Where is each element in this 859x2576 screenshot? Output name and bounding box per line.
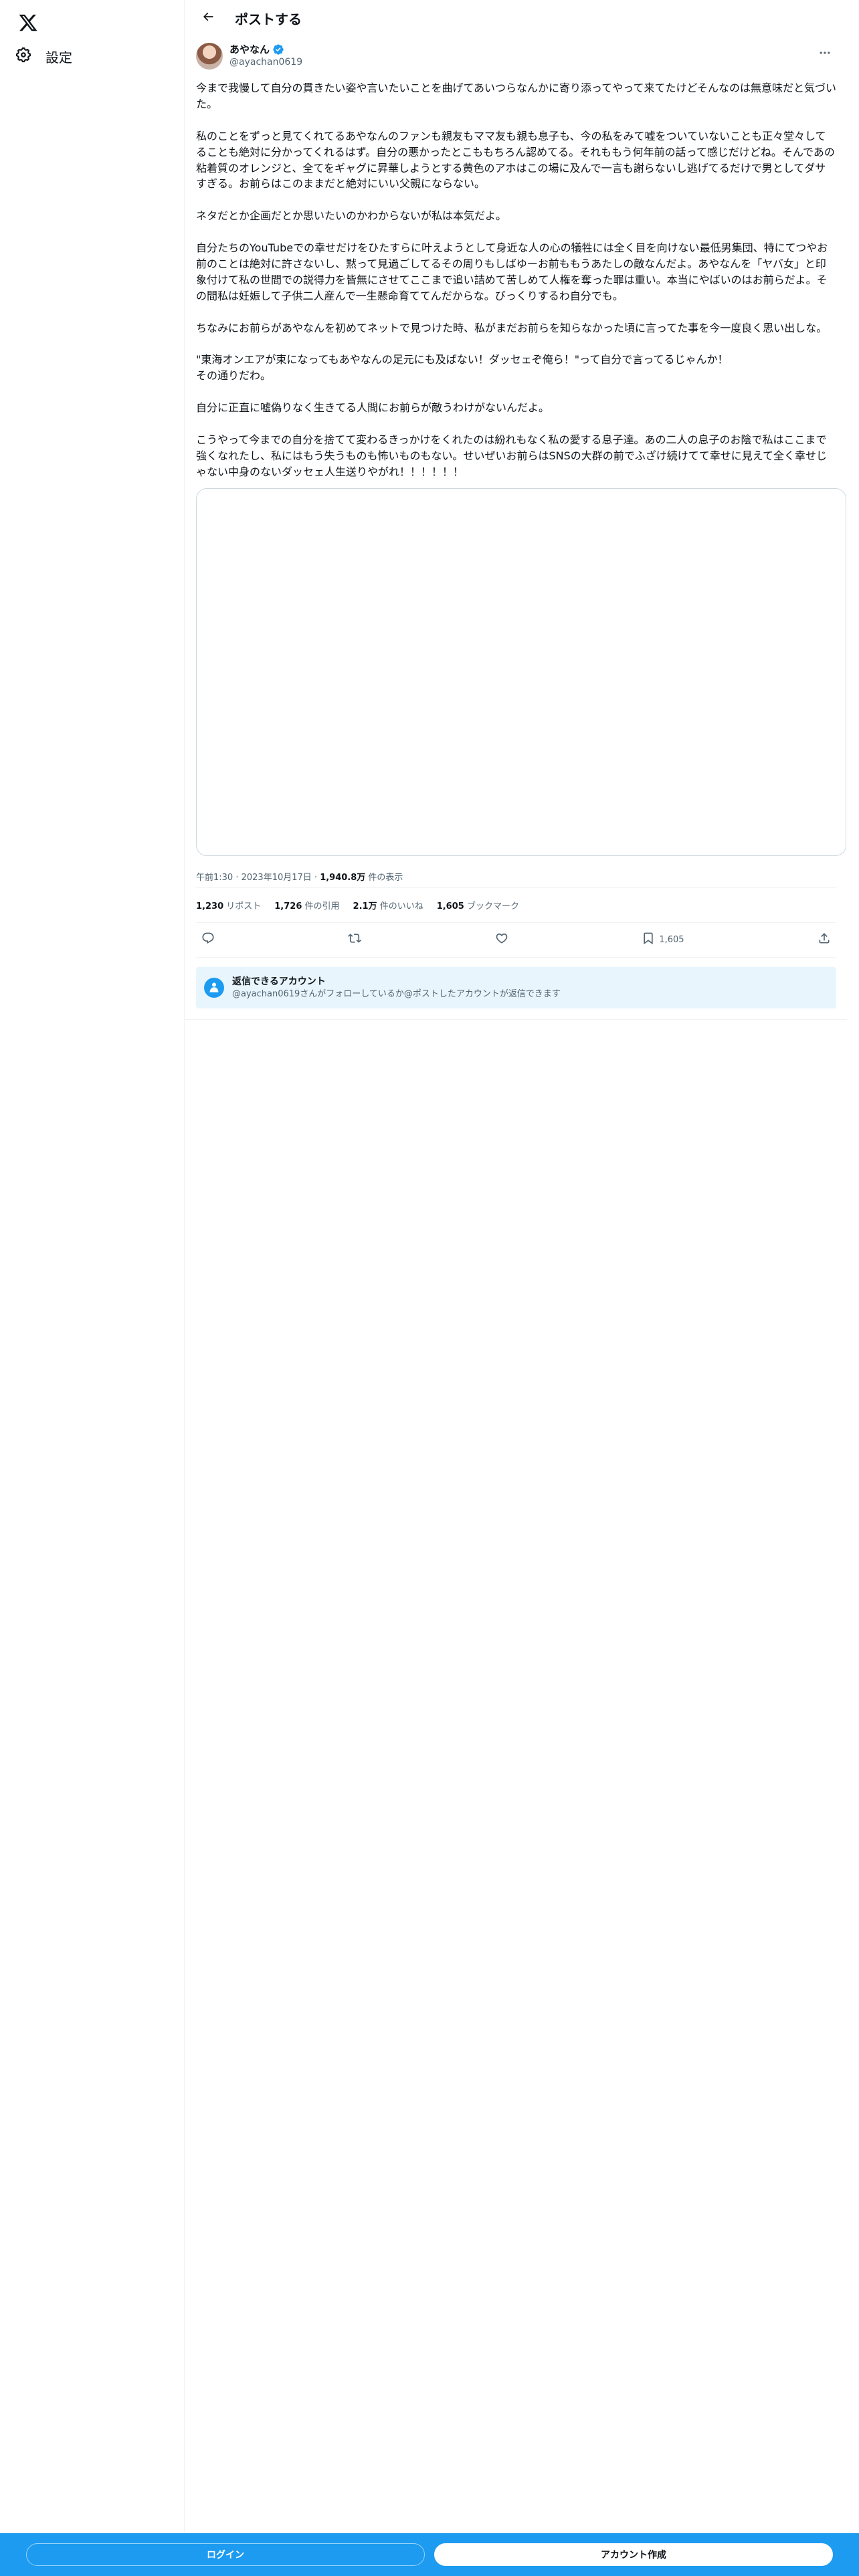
reply-button[interactable] — [199, 928, 217, 952]
page-header: ポストする — [185, 0, 847, 36]
stat-quotes-label: 件の引用 — [302, 901, 340, 911]
heart-icon — [495, 932, 508, 948]
reply-icon — [201, 932, 215, 948]
meta-separator: · — [233, 872, 242, 883]
share-icon — [818, 932, 831, 948]
tweet-stats: 1,230 リポスト 1,726 件の引用 2.1万 件のいいね 1,605 ブ… — [196, 888, 836, 923]
author-meta: あやなん @ayachan0619 — [229, 43, 814, 68]
tweet-media[interactable] — [196, 488, 846, 856]
divider — [185, 1018, 847, 1020]
more-button[interactable] — [814, 43, 836, 66]
verified-badge-icon — [272, 43, 284, 56]
views-label: 件の表示 — [365, 872, 403, 883]
bookmark-count: 1,605 — [659, 934, 684, 945]
bookmark-icon — [642, 932, 655, 948]
bottom-login-bar: ログイン アカウント作成 — [0, 2533, 859, 2576]
tweet-meta: 午前1:30 · 2023年10月17日 · 1,940.8万 件の表示 — [196, 868, 836, 888]
gear-icon — [15, 46, 32, 66]
main-column: ポストする あやなん @ayachan0619 今まで我慢して自分の貫きたい姿や… — [185, 0, 847, 2576]
reply-restriction-notice: 返信できるアカウント @ayachan0619さんがフォローしているか@ポストし… — [196, 966, 836, 1008]
reply-restriction-description: @ayachan0619さんがフォローしているか@ポストしたアカウントが返信でき… — [232, 988, 561, 999]
stat-reposts[interactable]: 1,230 リポスト — [196, 899, 261, 911]
stat-quotes[interactable]: 1,726 件の引用 — [274, 899, 339, 911]
stat-quotes-count: 1,726 — [274, 901, 302, 911]
x-logo-icon[interactable] — [11, 5, 45, 40]
mention-person-icon — [204, 977, 224, 998]
reply-restriction-text: 返信できるアカウント @ayachan0619さんがフォローしているか@ポストし… — [232, 975, 561, 1000]
share-button[interactable] — [815, 928, 834, 952]
display-name-row: あやなん — [229, 43, 814, 56]
stat-bookmarks-count: 1,605 — [436, 901, 464, 911]
page-title: ポストする — [235, 11, 302, 27]
stat-likes-label: 件のいいね — [377, 901, 423, 911]
arrow-left-icon — [201, 10, 215, 26]
stat-reposts-label: リポスト — [223, 901, 262, 911]
login-button[interactable]: ログイン — [26, 2543, 425, 2566]
repost-icon — [348, 932, 362, 948]
signup-button[interactable]: アカウント作成 — [434, 2543, 833, 2566]
stat-likes[interactable]: 2.1万 件のいいね — [353, 899, 423, 911]
tweet-actions: 1,605 — [196, 923, 836, 958]
tweet: あやなん @ayachan0619 今まで我慢して自分の貫きたい姿や言いたいこと… — [185, 36, 847, 1008]
author-display-name[interactable]: あやなん — [229, 43, 270, 56]
tweet-author-row: あやなん @ayachan0619 — [196, 43, 836, 71]
back-button[interactable] — [196, 6, 220, 30]
left-sidebar: 設定 — [0, 0, 185, 2576]
avatar[interactable] — [196, 43, 223, 70]
stat-reposts-count: 1,230 — [196, 901, 224, 911]
tweet-date[interactable]: 2023年10月17日 — [242, 873, 312, 883]
reply-restriction-title: 返信できるアカウント — [232, 976, 326, 987]
stat-bookmarks-label: ブックマーク — [464, 901, 519, 911]
views-count: 1,940.8万 — [320, 872, 366, 883]
sidebar-item-settings[interactable]: 設定 — [7, 37, 87, 75]
repost-button[interactable] — [345, 928, 364, 952]
tweet-text: 今まで我慢して自分の貫きたい姿や言いたいことを曲げてあいつらなんかに寄り添ってや… — [196, 82, 836, 478]
meta-separator: · — [311, 872, 320, 883]
more-dots-icon — [818, 46, 832, 63]
sidebar-item-label: 設定 — [45, 49, 72, 66]
stat-likes-count: 2.1万 — [353, 901, 377, 911]
like-button[interactable] — [492, 928, 511, 952]
author-handle[interactable]: @ayachan0619 — [229, 56, 814, 68]
bookmark-button[interactable]: 1,605 — [639, 928, 686, 952]
tweet-time[interactable]: 午前1:30 — [196, 873, 233, 883]
stat-bookmarks[interactable]: 1,605 ブックマーク — [437, 899, 519, 911]
page: 設定 ポストする あやなん @ayachan0619 今まで我慢して自分の貫きた… — [0, 0, 859, 2576]
